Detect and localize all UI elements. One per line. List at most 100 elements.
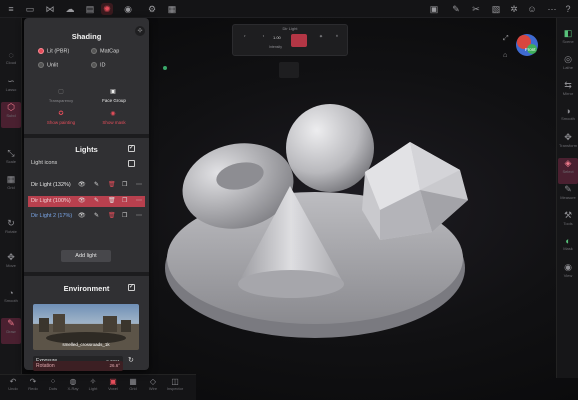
- orientation-gizmo[interactable]: Front: [515, 33, 539, 57]
- more-icon[interactable]: ⋯: [136, 196, 142, 207]
- tool-tools[interactable]: ⚒ Tools: [558, 210, 578, 236]
- radio-id[interactable]: [91, 62, 97, 68]
- scissors-icon[interactable]: ✂: [470, 3, 482, 15]
- tool-cloud[interactable]: ◌ Cloud: [1, 50, 21, 76]
- share-icon[interactable]: ⋈: [44, 3, 56, 15]
- undo-button[interactable]: ↶ Undo: [4, 377, 22, 399]
- pencil-icon[interactable]: ✎: [94, 196, 99, 207]
- tool-rotate[interactable]: ↻ Rotate: [1, 218, 21, 244]
- duplicate-icon[interactable]: ❐: [122, 196, 127, 207]
- more-icon[interactable]: ⋯: [136, 180, 142, 191]
- trash-icon[interactable]: 🗑: [108, 180, 116, 191]
- layers2-icon[interactable]: ▧: [490, 3, 502, 15]
- wire-button[interactable]: ◇ Wire: [144, 377, 162, 399]
- tool-mask[interactable]: ◐ Mask: [558, 236, 578, 262]
- more-icon[interactable]: ⋯: [136, 211, 142, 222]
- show-mask-label[interactable]: Show mask: [90, 120, 138, 125]
- shading-option-matcap[interactable]: MatCap: [91, 48, 119, 54]
- dots-button[interactable]: ⁘ Dots: [44, 377, 62, 399]
- paint-icon[interactable]: ✪: [46, 110, 76, 117]
- tool-grid[interactable]: ▦ Grid: [1, 174, 21, 200]
- light-row-3[interactable]: Dir Light 2 (17%) 👁 ✎ 🗑 ❐ ⋯: [28, 211, 145, 222]
- widget-btn-3[interactable]: ◈: [313, 34, 329, 38]
- pencil-icon[interactable]: ✎: [94, 180, 99, 191]
- tool-transform[interactable]: ✥ Transform: [558, 132, 578, 158]
- user-icon[interactable]: ☺: [526, 3, 538, 15]
- shading-option-unlit[interactable]: Unlit: [38, 62, 58, 68]
- xray-button[interactable]: ◍ X-Ray: [64, 377, 82, 399]
- settings-icon[interactable]: ⚙: [146, 3, 158, 15]
- add-light-button[interactable]: Add light: [61, 250, 111, 262]
- sphere-shape: [286, 104, 374, 192]
- tool-scale[interactable]: ⤡ Scale: [1, 148, 21, 174]
- face-group-icon[interactable]: ▣: [98, 88, 128, 95]
- document-icon[interactable]: ▣: [428, 3, 440, 15]
- duplicate-icon[interactable]: ❐: [122, 180, 127, 191]
- tool-select[interactable]: ◈ Select: [558, 158, 578, 184]
- show-painting-label[interactable]: Show painting: [37, 120, 85, 125]
- light-handle-dot[interactable]: [163, 66, 167, 70]
- widget-btn-2[interactable]: ◑: [255, 34, 271, 38]
- radio-matcap[interactable]: [91, 48, 97, 54]
- tool-move[interactable]: ✥ Move: [1, 252, 21, 278]
- rotation-slider[interactable]: Rotation 26.6°: [33, 361, 123, 371]
- mask-icon[interactable]: ◉: [98, 110, 128, 117]
- pin-icon[interactable]: ⊹: [135, 26, 145, 36]
- shading-option-lit[interactable]: Lit (PBR): [38, 48, 69, 54]
- grid-button[interactable]: ▦ Grid: [124, 377, 142, 399]
- light-button[interactable]: ✧ Light: [84, 377, 102, 399]
- menu-icon[interactable]: ≡: [5, 3, 17, 15]
- folder-icon[interactable]: ▭: [24, 3, 36, 15]
- widget-btn-4[interactable]: ✕: [329, 34, 345, 38]
- trash-icon[interactable]: 🗑: [108, 211, 116, 222]
- gear-icon[interactable]: ✲: [508, 3, 520, 15]
- tool-scene[interactable]: ◧ Scene: [558, 28, 578, 54]
- tool-smooth[interactable]: ◔ Smooth: [1, 288, 21, 314]
- 3d-viewport[interactable]: ≡ ▭ ⋈ ☁ ▤ ✺ ◉ ⚙ ▦ ▣ ✎ ✂ ▧ ✲ ☺ ⋯ ? ◌Cloud…: [0, 0, 578, 400]
- light-row-2[interactable]: Dir Light (100%) 👁 ✎ 🗑 ❐ ⋯: [28, 196, 145, 207]
- tool-measure[interactable]: ✎ Measure: [558, 184, 578, 210]
- widget-btn-1[interactable]: ◐: [237, 34, 253, 38]
- environment-name: smelled_crossroads_1k: [62, 342, 110, 347]
- inspector-button[interactable]: ◫ Inspector: [166, 377, 184, 399]
- eye-icon[interactable]: 👁: [78, 211, 86, 222]
- panel-divider: [24, 134, 149, 138]
- transparency-icon[interactable]: ▢: [46, 88, 76, 95]
- tool-lasso[interactable]: ∽ Lasso: [1, 76, 21, 102]
- eye-icon[interactable]: 👁: [78, 196, 86, 207]
- more-icon[interactable]: ⋯: [546, 3, 558, 15]
- shading-option-id[interactable]: ID: [91, 62, 106, 68]
- eye-icon[interactable]: 👁: [78, 180, 86, 191]
- duplicate-icon[interactable]: ❐: [122, 211, 127, 222]
- reset-exposure-icon[interactable]: ↻: [128, 356, 134, 364]
- light-row-1[interactable]: Dir Light (132%) 👁 ✎ 🗑 ❐ ⋯: [28, 180, 145, 191]
- voxel-button[interactable]: ▣ Voxel: [104, 377, 122, 399]
- trash-icon[interactable]: 🗑: [108, 196, 116, 207]
- redo-button[interactable]: ↷ Redo: [24, 377, 42, 399]
- camera-icon[interactable]: ◉: [122, 3, 134, 15]
- tool-mirror[interactable]: ⇆ Mirror: [558, 80, 578, 106]
- grid-icon[interactable]: ▦: [166, 3, 178, 15]
- tool-smooth-r[interactable]: ◑ Smooth: [558, 106, 578, 132]
- environment-enabled-checkbox[interactable]: ✓: [128, 284, 135, 291]
- home-icon[interactable]: ⌂: [503, 52, 507, 59]
- environment-thumbnail[interactable]: smelled_crossroads_1k: [33, 304, 139, 350]
- tool-lathe[interactable]: ◎ Lathe: [558, 54, 578, 80]
- light-widget[interactable]: Dir Light ◐ ◑ 1.00 Intensity ◈ ✕: [232, 24, 348, 56]
- help-icon[interactable]: ?: [562, 3, 574, 15]
- widget-color-swatch[interactable]: [291, 34, 307, 47]
- light-icons-checkbox[interactable]: [128, 160, 135, 167]
- pencil-icon[interactable]: ✎: [94, 211, 99, 222]
- tool-draw[interactable]: ✎ Draw: [1, 318, 21, 344]
- cloud-icon[interactable]: ☁: [64, 3, 76, 15]
- widget-small-toggle[interactable]: [279, 62, 299, 78]
- light-name: Dir Light (100%): [31, 198, 71, 204]
- radio-lit[interactable]: [38, 48, 44, 54]
- radio-unlit[interactable]: [38, 62, 44, 68]
- tool-subd[interactable]: ⬡ Subd: [1, 102, 21, 128]
- lights-enabled-checkbox[interactable]: ✓: [128, 145, 135, 152]
- pen-icon[interactable]: ✎: [450, 3, 462, 15]
- expand-icon[interactable]: ⤢: [503, 35, 509, 43]
- layers-icon[interactable]: ▤: [84, 3, 96, 15]
- tool-view[interactable]: ◉ View: [558, 262, 578, 288]
